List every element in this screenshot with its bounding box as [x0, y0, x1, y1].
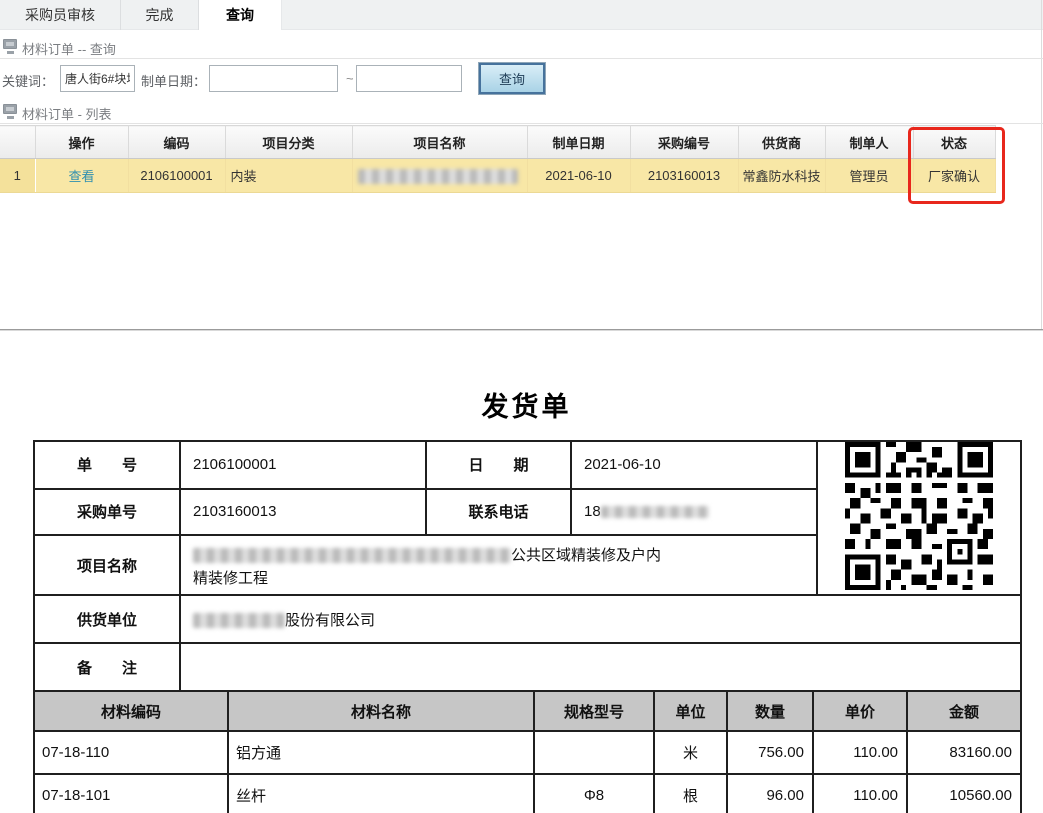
col-action: 操作 [35, 126, 128, 159]
remark-label: 备 注 [34, 643, 180, 691]
delivery-note-info-table: 单 号 2106100001 日 期 2021-06-10 [33, 440, 1022, 692]
date-range-separator: ~ [346, 71, 354, 86]
search-button[interactable]: 查询 [479, 63, 545, 94]
project-name-label: 项目名称 [34, 535, 180, 595]
tab-bar: 采购员审核 完成 查询 [0, 0, 1043, 30]
panel-divider [0, 329, 1043, 331]
query-section-header: 材料订单 -- 查询 [0, 36, 1043, 59]
col-purchase-no: 采购编号 [630, 126, 738, 159]
col-unit: 单位 [654, 691, 727, 731]
col-material-name: 材料名称 [228, 691, 534, 731]
spec-model [534, 731, 654, 774]
table-row[interactable]: 1 查看 2106100001 内装 2021-06-10 2103160013… [0, 159, 995, 193]
col-category: 项目分类 [225, 126, 352, 159]
tab-query[interactable]: 查询 [199, 0, 282, 30]
unit: 根 [654, 774, 727, 813]
tab-buyer-review[interactable]: 采购员审核 [0, 0, 121, 30]
cell-supplier: 常鑫防水科技 [738, 159, 825, 193]
quantity: 756.00 [727, 731, 813, 774]
project-name-value: 公共区域精装修及户内 精装修工程 [180, 535, 817, 595]
cell-creator: 管理员 [825, 159, 913, 193]
order-no-label: 单 号 [34, 441, 180, 489]
monitor-icon [3, 39, 17, 49]
document-title: 发货单 [33, 383, 1020, 440]
date-to-input[interactable] [356, 65, 462, 92]
purchase-no-value: 2103160013 [180, 489, 426, 536]
qr-code [843, 442, 995, 590]
col-amount: 金额 [907, 691, 1021, 731]
delivery-note: 发货单 单 号 2106100001 日 期 2021-06-10 [33, 383, 1020, 813]
col-quantity: 数量 [727, 691, 813, 731]
supplier-redacted [193, 613, 285, 628]
col-material-code: 材料编码 [34, 691, 228, 731]
unit-price: 110.00 [813, 731, 907, 774]
qr-cell [817, 441, 1021, 595]
col-creator: 制单人 [825, 126, 913, 159]
row-number: 1 [0, 159, 35, 193]
material-row: 07-18-101 丝杆 Φ8 根 96.00 110.00 10560.00 [34, 774, 1021, 813]
cell-status: 厂家确认 [913, 159, 995, 193]
supplier-value: 股份有限公司 [180, 595, 1021, 643]
spec-model: Φ8 [534, 774, 654, 813]
col-status: 状态 [913, 126, 995, 159]
quantity: 96.00 [727, 774, 813, 813]
phone-label: 联系电话 [426, 489, 571, 536]
material-row: 07-18-110 铝方通 米 756.00 110.00 83160.00 [34, 731, 1021, 774]
date-label: 日 期 [426, 441, 571, 489]
col-code: 编码 [128, 126, 225, 159]
project-name-redacted [193, 548, 511, 563]
project-name-redacted [358, 169, 518, 184]
keyword-input[interactable] [60, 65, 135, 92]
list-section-header: 材料订单 - 列表 [0, 101, 1043, 124]
col-supplier: 供货商 [738, 126, 825, 159]
order-list-table: 操作 编码 项目分类 项目名称 制单日期 采购编号 供货商 制单人 状态 1 查… [0, 125, 996, 193]
col-unit-price: 单价 [813, 691, 907, 731]
list-section-title: 材料订单 - 列表 [22, 104, 112, 123]
list-header-row: 操作 编码 项目分类 项目名称 制单日期 采购编号 供货商 制单人 状态 [0, 126, 995, 159]
order-no-value: 2106100001 [180, 441, 426, 489]
col-spec-model: 规格型号 [534, 691, 654, 731]
unit-price: 110.00 [813, 774, 907, 813]
tab-complete[interactable]: 完成 [121, 0, 199, 30]
unit: 米 [654, 731, 727, 774]
cell-project-name [352, 159, 527, 193]
material-name: 铝方通 [228, 731, 534, 774]
supplier-label: 供货单位 [34, 595, 180, 643]
material-header-row: 材料编码 材料名称 规格型号 单位 数量 单价 金额 [34, 691, 1021, 731]
purchase-no-label: 采购单号 [34, 489, 180, 536]
date-value: 2021-06-10 [571, 441, 817, 489]
col-project-name: 项目名称 [352, 126, 527, 159]
amount: 10560.00 [907, 774, 1021, 813]
phone-redacted [601, 506, 709, 518]
order-list: 操作 编码 项目分类 项目名称 制单日期 采购编号 供货商 制单人 状态 1 查… [0, 125, 1000, 193]
row-number-header [0, 126, 35, 159]
order-date-label: 制单日期： [141, 71, 206, 90]
col-order-date: 制单日期 [527, 126, 630, 159]
monitor-icon [3, 104, 17, 114]
amount: 83160.00 [907, 731, 1021, 774]
view-link[interactable]: 查看 [68, 169, 94, 184]
material-name: 丝杆 [228, 774, 534, 813]
material-table: 材料编码 材料名称 规格型号 单位 数量 单价 金额 07-18-110 铝方通… [33, 690, 1022, 813]
remark-value [180, 643, 1021, 691]
cell-purchase-no: 2103160013 [630, 159, 738, 193]
phone-value: 18 [571, 489, 817, 536]
material-code: 07-18-110 [34, 731, 228, 774]
cell-category: 内装 [225, 159, 352, 193]
app-screen: 采购员审核 完成 查询 材料订单 -- 查询 关键词： 制单日期： ~ 查询 材… [0, 0, 1043, 813]
cell-code: 2106100001 [128, 159, 225, 193]
cell-order-date: 2021-06-10 [527, 159, 630, 193]
date-from-input[interactable] [209, 65, 338, 92]
query-section-title: 材料订单 -- 查询 [22, 39, 116, 58]
search-toolbar: 关键词： 制单日期： ~ 查询 [0, 62, 1043, 98]
keyword-label: 关键词： [2, 71, 54, 90]
material-code: 07-18-101 [34, 774, 228, 813]
